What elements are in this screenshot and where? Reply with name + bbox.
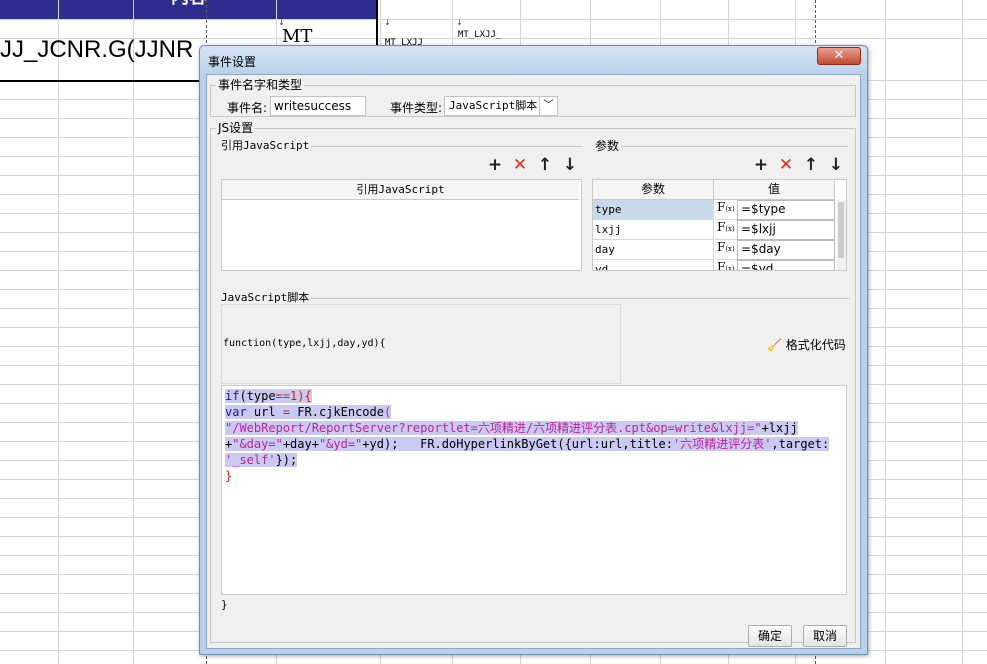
dialog-titlebar[interactable]: 事件设置 ✕ — [200, 46, 867, 73]
param-name-cell[interactable]: type — [593, 200, 714, 220]
dialog-title: 事件设置 — [208, 55, 257, 69]
event-type-select[interactable]: JavaScript脚本 ﹀ — [444, 96, 558, 116]
script-legend: JavaScript脚本 — [219, 291, 312, 305]
param-value-column-header[interactable]: 值 — [714, 180, 835, 200]
script-editor[interactable]: if(type==1){ var url = FR.cjkEncode( "/W… — [221, 385, 847, 595]
param-legend: 参数 — [593, 139, 622, 153]
add-param-icon[interactable]: + — [752, 156, 770, 174]
event-type-label: 事件类型: — [390, 101, 443, 115]
close-button[interactable]: ✕ — [817, 47, 861, 65]
function-signature: function(type,lxjj,day,yd){ — [223, 338, 386, 349]
param-row[interactable]: lxjj F(x) =$lxjj — [593, 220, 837, 240]
ok-button[interactable]: 确定 — [748, 625, 792, 647]
param-name-column-header[interactable]: 参数 — [593, 180, 714, 200]
ref-js-legend: 引用JavaScript — [219, 139, 312, 153]
param-scrollbar[interactable] — [837, 200, 846, 270]
report-header-cell: 内容 — [0, 0, 378, 19]
param-value-input[interactable]: =$type — [737, 200, 835, 220]
delete-ref-icon[interactable]: ✕ — [511, 156, 529, 174]
js-group-legend: JS设置 — [216, 121, 256, 135]
param-name-cell[interactable]: day — [593, 240, 714, 260]
ref-js-table[interactable]: 引用JavaScript — [221, 179, 582, 271]
param-name-cell[interactable]: lxjj — [593, 220, 714, 240]
param-row[interactable]: type F(x) =$type — [593, 200, 837, 220]
add-ref-icon[interactable]: + — [486, 156, 504, 174]
event-settings-dialog: 事件设置 ✕ 事件名字和类型 事件名: writesuccess 事件类型: J… — [199, 45, 868, 655]
formula-icon[interactable]: F(x) — [715, 200, 737, 220]
delete-param-icon[interactable]: ✕ — [777, 156, 795, 174]
format-code-label: 格式化代码 — [785, 338, 846, 352]
broom-icon: 🧹 — [767, 338, 782, 352]
cell-marker-icon: ↓ — [456, 18, 463, 27]
param-value-input[interactable]: =$day — [737, 240, 835, 260]
formula-icon[interactable]: F(x) — [715, 220, 737, 240]
scrollbar-thumb[interactable] — [838, 202, 844, 258]
param-name-cell[interactable]: yd — [593, 260, 714, 270]
cell-marker-icon: ↓ — [278, 18, 285, 27]
event-group-legend: 事件名字和类型 — [216, 78, 305, 92]
dialog-client-area: 事件名字和类型 事件名: writesuccess 事件类型: JavaScri… — [206, 74, 861, 649]
signature-panel: function(type,lxjj,day,yd){ — [221, 304, 621, 384]
param-table[interactable]: 参数 值 type F(x) =$type lxjj F(x) =$lxjj d… — [592, 179, 847, 271]
format-code-button[interactable]: 🧹 格式化代码 — [767, 336, 846, 353]
formula-cell[interactable]: JJ_JCNR.G(JJNR — [0, 30, 210, 70]
param-row[interactable]: day F(x) =$day — [593, 240, 837, 260]
lxjj-cell-2[interactable]: MT_LXJJ_ — [458, 30, 501, 40]
move-up-ref-icon[interactable]: ↑ — [536, 156, 554, 174]
event-name-input[interactable]: writesuccess — [270, 96, 366, 116]
event-name-label: 事件名: — [227, 101, 268, 115]
mt-cell[interactable]: MT — [282, 26, 312, 47]
move-up-param-icon[interactable]: ↑ — [802, 156, 820, 174]
param-value-input[interactable]: =$yd — [737, 260, 835, 270]
param-row[interactable]: yd F(x) =$yd — [593, 260, 837, 270]
param-value-input[interactable]: =$lxjj — [737, 220, 835, 240]
cell-marker-icon: ↓ — [384, 18, 391, 27]
event-type-value: JavaScript脚本 — [449, 99, 538, 112]
chevron-down-icon[interactable]: ﹀ — [539, 97, 557, 115]
formula-icon[interactable]: F(x) — [715, 240, 737, 260]
ref-js-column-header[interactable]: 引用JavaScript — [222, 180, 579, 200]
function-closing-brace: } — [221, 598, 228, 611]
move-down-ref-icon[interactable]: ↓ — [561, 156, 579, 174]
formula-icon[interactable]: F(x) — [715, 260, 737, 270]
cancel-button[interactable]: 取消 — [803, 625, 847, 647]
move-down-param-icon[interactable]: ↓ — [827, 156, 845, 174]
